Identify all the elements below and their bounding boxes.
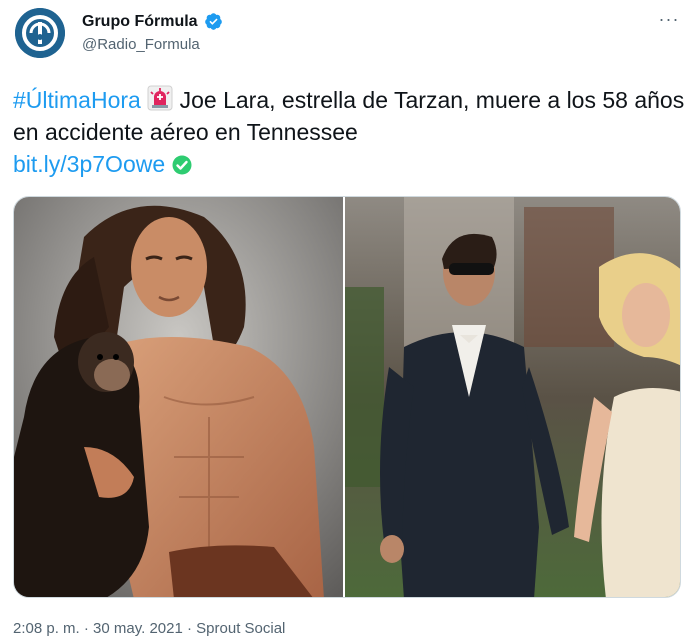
avatar[interactable] xyxy=(15,8,65,58)
short-link[interactable]: bit.ly/3p7Oowe xyxy=(13,151,165,177)
author-display-name[interactable]: Grupo Fórmula xyxy=(82,13,198,31)
tweet-source[interactable]: Sprout Social xyxy=(196,620,285,637)
tweet: Grupo Fórmula @Radio_Formula ··· #Última… xyxy=(0,0,700,637)
tweet-meta: 2:08 p. m. · 30 may. 2021 · Sprout Socia… xyxy=(13,620,285,637)
meta-separator: · xyxy=(79,620,94,637)
rotating-light-icon xyxy=(147,85,173,111)
tarzan-with-chimpanzee-photo xyxy=(14,197,344,597)
author-name-row: Grupo Fórmula xyxy=(82,12,223,31)
verified-badge-icon xyxy=(204,12,223,31)
green-check-icon xyxy=(172,155,192,175)
more-options-icon: ··· xyxy=(658,9,680,29)
tweet-time[interactable]: 2:08 p. m. xyxy=(13,620,80,637)
author-handle[interactable]: @Radio_Formula xyxy=(82,36,200,53)
tweet-media[interactable] xyxy=(13,196,681,598)
grupo-formula-logo-icon xyxy=(15,8,65,58)
tweet-text: #ÚltimaHora Joe Lara, estrella de Tarzan… xyxy=(13,84,685,180)
more-options-button[interactable]: ··· xyxy=(656,10,682,32)
tweet-date[interactable]: 30 may. 2021 xyxy=(93,620,183,637)
man-in-suit-with-woman-photo xyxy=(344,197,680,597)
meta-separator: · xyxy=(182,620,197,637)
hashtag-link[interactable]: #ÚltimaHora xyxy=(13,87,141,113)
